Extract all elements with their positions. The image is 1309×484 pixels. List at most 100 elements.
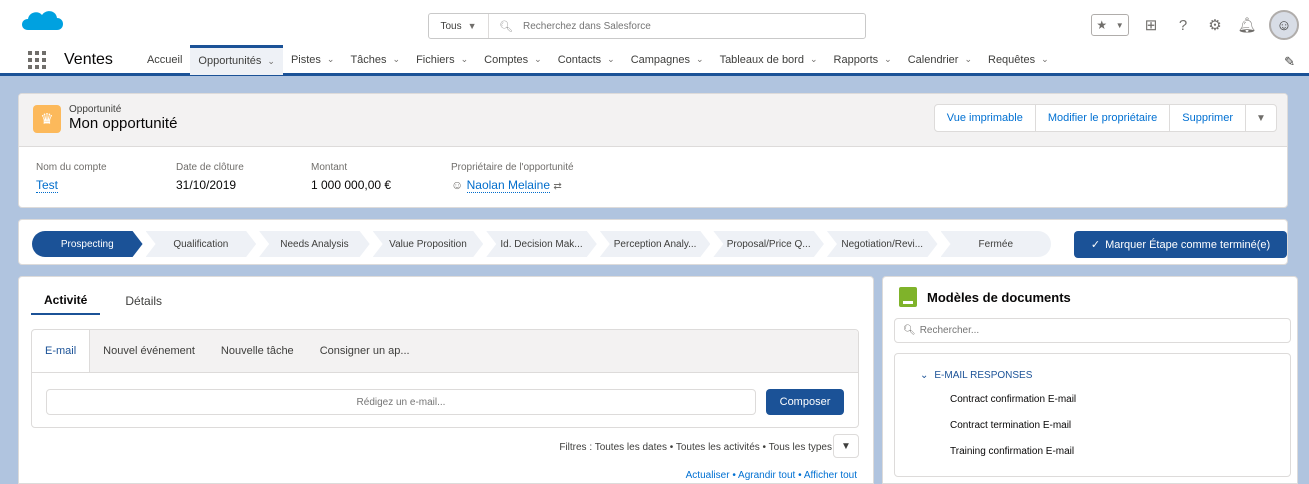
nav-item-label: Tâches bbox=[350, 53, 387, 66]
nav-item[interactable]: Fichiers ⌄ bbox=[408, 45, 476, 75]
highlight-fields: Nom du compte Test Date de clôture 31/10… bbox=[36, 162, 671, 193]
tab-details[interactable]: Détails bbox=[112, 287, 175, 315]
nav-item-label: Comptes bbox=[484, 53, 529, 66]
owner-link[interactable]: Naolan Melaine bbox=[466, 178, 550, 193]
chevron-down-icon[interactable]: ⌄ bbox=[393, 54, 401, 65]
search-input[interactable] bbox=[517, 20, 865, 32]
path-stage[interactable]: Perception Analy... bbox=[600, 231, 711, 257]
nav-item[interactable]: Tâches ⌄ bbox=[342, 45, 408, 75]
field-label: Montant bbox=[311, 162, 348, 173]
record-actions: Vue imprimable Modifier le propriétaire … bbox=[933, 104, 1277, 132]
templates-header: Modèles de documents bbox=[899, 287, 1071, 307]
compose-row: Composer bbox=[46, 389, 846, 415]
path-stage[interactable]: Qualification bbox=[146, 231, 257, 257]
add-icon[interactable]: ⊞ bbox=[1141, 15, 1161, 35]
path-stage[interactable]: Fermée bbox=[940, 231, 1052, 257]
chevron-down-icon[interactable]: ⌄ bbox=[964, 54, 972, 65]
gear-icon[interactable]: ⚙ bbox=[1205, 15, 1225, 35]
subtab-new-task[interactable]: Nouvelle tâche bbox=[208, 330, 307, 372]
caret-down-icon: ▼ bbox=[467, 21, 477, 31]
edit-nav-icon[interactable]: ✎ bbox=[1284, 54, 1295, 70]
nav-item-label: Calendrier bbox=[907, 53, 959, 66]
utility-icons: ★ ▼ ⊞ ? ⚙ 🔔︎ ☺ bbox=[1091, 10, 1299, 40]
nav-item[interactable]: Contacts ⌄ bbox=[550, 45, 623, 75]
help-icon[interactable]: ? bbox=[1173, 15, 1193, 35]
template-item[interactable]: Contract termination E-mail bbox=[950, 420, 1071, 431]
subtab-email[interactable]: E-mail bbox=[32, 330, 91, 372]
path-stage[interactable]: Needs Analysis bbox=[259, 231, 370, 257]
path-stages: Prospecting Qualification Needs Analysis Va… bbox=[32, 231, 1054, 257]
record-title: Mon opportunité bbox=[69, 115, 178, 132]
search-scope-dropdown[interactable]: Tous ▼ bbox=[429, 14, 489, 38]
filter-button[interactable]: ▼ bbox=[833, 434, 859, 458]
chevron-down-icon[interactable]: ⌄ bbox=[696, 54, 704, 65]
subtab-new-event[interactable]: Nouvel événement bbox=[90, 330, 208, 372]
folder-label: E-MAIL RESPONSES bbox=[934, 370, 1033, 381]
app-launcher-icon[interactable] bbox=[28, 50, 46, 69]
activity-filters: Filtres : Toutes les dates • Toutes les … bbox=[559, 442, 832, 453]
path-stage[interactable]: Value Proposition bbox=[373, 231, 484, 257]
nav-item[interactable]: Accueil bbox=[139, 45, 190, 75]
nav-item[interactable]: Rapports ⌄ bbox=[826, 45, 900, 75]
caret-down-icon: ▼ bbox=[1115, 20, 1124, 30]
nav-item[interactable]: Campagnes ⌄ bbox=[623, 45, 712, 75]
email-input[interactable] bbox=[46, 389, 756, 415]
nav-item[interactable]: Tableaux de bord ⌄ bbox=[712, 45, 826, 75]
document-icon bbox=[899, 287, 917, 307]
favorites-button[interactable]: ★ ▼ bbox=[1091, 14, 1129, 36]
change-owner-button[interactable]: Modifier le propriétaire bbox=[1036, 105, 1171, 131]
main-tabs: Activité Détails bbox=[31, 287, 187, 315]
more-actions-button[interactable]: ▼ bbox=[1246, 105, 1276, 131]
salesforce-logo[interactable] bbox=[18, 6, 66, 39]
account-link[interactable]: Test bbox=[36, 178, 59, 193]
record-header: ♛ Opportunité Mon opportunité Vue imprim… bbox=[18, 93, 1288, 208]
template-item[interactable]: Contract confirmation E-mail bbox=[950, 394, 1076, 405]
nav-item[interactable]: Comptes ⌄ bbox=[476, 45, 550, 75]
path-stage[interactable]: Prospecting bbox=[32, 231, 143, 257]
bell-icon[interactable]: 🔔︎ bbox=[1237, 15, 1257, 35]
chevron-down-icon[interactable]: ⌄ bbox=[327, 54, 335, 65]
activity-composer: E-mail Nouvel événement Nouvelle tâche C… bbox=[31, 329, 859, 428]
path-stage[interactable]: Proposal/Price Q... bbox=[713, 231, 824, 257]
delete-button[interactable]: Supprimer bbox=[1170, 105, 1246, 131]
templates-search-input[interactable] bbox=[919, 325, 1280, 336]
tab-activity[interactable]: Activité bbox=[31, 287, 101, 315]
record-type: Opportunité bbox=[69, 104, 122, 115]
compose-button[interactable]: Composer bbox=[766, 389, 844, 415]
path-stage[interactable]: Id. Decision Mak... bbox=[486, 231, 597, 257]
nav-item-label: Accueil bbox=[146, 53, 183, 66]
nav-item-label: Opportunités bbox=[198, 55, 262, 67]
activity-footer-links[interactable]: Actualiser • Agrandir tout • Afficher to… bbox=[686, 470, 857, 481]
search-scope-label: Tous bbox=[440, 20, 462, 32]
change-owner-icon[interactable]: ⇄ bbox=[553, 181, 561, 192]
chevron-down-icon[interactable]: ⌄ bbox=[461, 54, 469, 65]
path-stage[interactable]: Negotiation/Revi... bbox=[827, 231, 938, 257]
subtab-log-call[interactable]: Consigner un ap... bbox=[307, 330, 423, 372]
nav-item-label: Rapports bbox=[833, 53, 879, 66]
field-account-name: Nom du compte Test bbox=[36, 162, 176, 193]
chevron-down-icon[interactable]: ⌄ bbox=[810, 54, 818, 65]
mark-button-label: Marquer Étape comme terminé(e) bbox=[1105, 238, 1271, 251]
nav-item-label: Contacts bbox=[557, 53, 602, 66]
chevron-down-icon[interactable]: ⌄ bbox=[267, 56, 275, 67]
user-avatar[interactable]: ☺ bbox=[1269, 10, 1299, 40]
record-header-top: ♛ Opportunité Mon opportunité Vue imprim… bbox=[19, 94, 1287, 147]
chevron-down-icon[interactable]: ⌄ bbox=[1041, 54, 1049, 65]
template-item[interactable]: Training confirmation E-mail bbox=[950, 446, 1074, 457]
chevron-down-icon[interactable]: ⌄ bbox=[607, 54, 615, 65]
nav-item[interactable]: Opportunités ⌄ bbox=[190, 44, 283, 75]
chevron-down-icon[interactable]: ⌄ bbox=[534, 54, 542, 65]
composer-tabs: E-mail Nouvel événement Nouvelle tâche C… bbox=[32, 330, 858, 373]
printable-view-button[interactable]: Vue imprimable bbox=[935, 105, 1036, 131]
folder-email-responses[interactable]: ⌄ E-MAIL RESPONSES bbox=[920, 370, 1032, 381]
star-icon: ★ bbox=[1096, 18, 1108, 32]
nav-item[interactable]: Pistes ⌄ bbox=[283, 45, 343, 75]
nav-item[interactable]: Calendrier ⌄ bbox=[900, 45, 980, 75]
field-label: Date de clôture bbox=[176, 162, 244, 173]
owner-avatar-icon: ☺ bbox=[451, 178, 464, 192]
search-icon: 🔍︎ bbox=[499, 20, 513, 33]
mark-stage-complete-button[interactable]: ✓ Marquer Étape comme terminé(e) bbox=[1074, 231, 1287, 258]
nav-item-label: Campagnes bbox=[630, 53, 691, 66]
chevron-down-icon[interactable]: ⌄ bbox=[884, 54, 892, 65]
nav-item[interactable]: Requêtes ⌄ bbox=[980, 45, 1057, 75]
